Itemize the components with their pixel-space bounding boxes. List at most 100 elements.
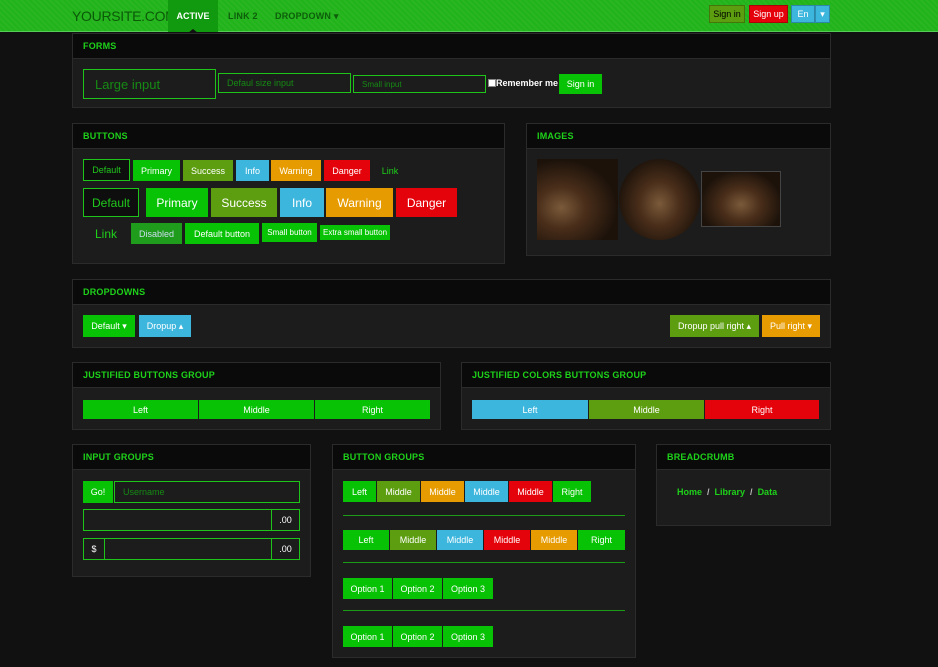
small-button[interactable]: Small button bbox=[262, 223, 317, 242]
caret-down-icon: ▾ bbox=[122, 320, 127, 331]
username-placeholder: Username bbox=[123, 487, 165, 497]
nav-item-dropdown[interactable]: DROPDOWN ▾ bbox=[275, 11, 339, 22]
link-button-large[interactable]: Link bbox=[83, 222, 129, 245]
remember-label: Remember me bbox=[496, 78, 559, 88]
navbar: YOURSITE.COM ACTIVE LINK 2 DROPDOWN ▾ Si… bbox=[0, 0, 938, 33]
primary-button-large[interactable]: Primary bbox=[146, 188, 208, 217]
justified-right-button[interactable]: Right bbox=[315, 400, 430, 419]
option2-button[interactable]: Option 2 bbox=[393, 626, 442, 647]
danger-button-large[interactable]: Danger bbox=[396, 188, 457, 217]
group2-middle-button[interactable]: Middle bbox=[531, 530, 577, 550]
price-input[interactable] bbox=[104, 538, 272, 560]
option2-button[interactable]: Option 2 bbox=[393, 578, 442, 599]
group1-middle-button[interactable]: Middle bbox=[465, 481, 508, 502]
large-input[interactable]: Large input bbox=[83, 69, 216, 99]
success-button-large[interactable]: Success bbox=[211, 188, 277, 217]
default-dropdown-button[interactable]: Default ▾ bbox=[83, 315, 135, 337]
option3-button[interactable]: Option 3 bbox=[443, 578, 493, 599]
price-suffix: .00 bbox=[271, 538, 300, 560]
username-input[interactable]: Username bbox=[114, 481, 300, 503]
dropup-pull-right-button[interactable]: Dropup pull right ▴ bbox=[670, 315, 759, 337]
breadcrumb: Home / Library / Data bbox=[677, 487, 777, 497]
group2-middle-button[interactable]: Middle bbox=[484, 530, 530, 550]
panel-title: IMAGES bbox=[527, 124, 830, 149]
dollar-prefix: $ bbox=[83, 538, 105, 560]
caret-down-icon: ▾ bbox=[820, 8, 825, 19]
forms-panel: FORMS Large input Defaul size input Smal… bbox=[72, 33, 831, 108]
group1-right-button[interactable]: Right bbox=[553, 481, 591, 502]
group2-right-button[interactable]: Right bbox=[578, 530, 625, 550]
breadcrumb-separator: / bbox=[750, 487, 753, 497]
group2-middle-button[interactable]: Middle bbox=[390, 530, 436, 550]
images-panel: IMAGES bbox=[526, 123, 831, 256]
danger-button[interactable]: Danger bbox=[324, 160, 370, 181]
info-button-large[interactable]: Info bbox=[280, 188, 324, 217]
warning-button-large[interactable]: Warning bbox=[326, 188, 393, 217]
group2-left-button[interactable]: Left bbox=[343, 530, 389, 550]
nav-item-active[interactable]: ACTIVE bbox=[168, 0, 218, 33]
language-caret-button[interactable]: ▾ bbox=[815, 5, 830, 23]
form-sign-in-button[interactable]: Sign in bbox=[559, 74, 602, 94]
extra-small-button[interactable]: Extra small button bbox=[320, 225, 390, 240]
input-groups-panel: INPUT GROUPS Go! Username .00 $ .00 bbox=[72, 444, 311, 577]
group1-middle-button[interactable]: Middle bbox=[509, 481, 552, 502]
breadcrumb-separator: / bbox=[707, 487, 710, 497]
buttons-panel: BUTTONS Default Primary Success Info War… bbox=[72, 123, 505, 264]
default-input-placeholder: Defaul size input bbox=[227, 78, 294, 88]
info-button[interactable]: Info bbox=[236, 160, 269, 181]
group1-middle-button[interactable]: Middle bbox=[421, 481, 464, 502]
success-button[interactable]: Success bbox=[183, 160, 233, 181]
navbar-sign-in-button[interactable]: Sign in bbox=[709, 5, 745, 23]
group1-middle-button[interactable]: Middle bbox=[377, 481, 420, 502]
panel-title: BUTTON GROUPS bbox=[333, 445, 635, 470]
amount-input[interactable] bbox=[83, 509, 272, 531]
dropdowns-panel: DROPDOWNS Default ▾ Dropup ▴ Dropup pull… bbox=[72, 279, 831, 348]
justified-buttons-panel: JUSTIFIED BUTTONS GROUP Left Middle Righ… bbox=[72, 362, 441, 430]
justified-colors-middle-button[interactable]: Middle bbox=[589, 400, 704, 419]
justified-colors-left-button[interactable]: Left bbox=[472, 400, 588, 419]
breadcrumb-library[interactable]: Library bbox=[715, 487, 746, 497]
default-input[interactable]: Defaul size input bbox=[218, 73, 351, 93]
justified-colors-right-button[interactable]: Right bbox=[705, 400, 819, 419]
navbar-sign-up-button[interactable]: Sign up bbox=[749, 5, 788, 23]
panel-title: INPUT GROUPS bbox=[73, 445, 310, 470]
option1-button[interactable]: Option 1 bbox=[343, 626, 392, 647]
option3-button[interactable]: Option 3 bbox=[443, 626, 493, 647]
primary-button[interactable]: Primary bbox=[133, 160, 180, 181]
justified-middle-button[interactable]: Middle bbox=[199, 400, 314, 419]
caret-down-icon: ▾ bbox=[807, 320, 813, 331]
dropdown-label: Dropup pull right bbox=[677, 321, 744, 331]
dropdown-label: Dropup bbox=[146, 321, 177, 331]
panel-title: JUSTIFIED COLORS BUTTONS GROUP bbox=[462, 363, 830, 388]
panel-title: BREADCRUMB bbox=[657, 445, 830, 470]
pull-right-button[interactable]: Pull right ▾ bbox=[762, 315, 820, 337]
thumbnail-image bbox=[701, 171, 781, 227]
link-button[interactable]: Link bbox=[372, 160, 408, 181]
panel-title: FORMS bbox=[73, 34, 830, 59]
divider bbox=[343, 515, 625, 516]
panel-title: JUSTIFIED BUTTONS GROUP bbox=[73, 363, 440, 388]
button-groups-panel: BUTTON GROUPS Left Middle Middle Middle … bbox=[332, 444, 636, 658]
default-button-large[interactable]: Default bbox=[83, 188, 139, 217]
group2-middle-button[interactable]: Middle bbox=[437, 530, 483, 550]
disabled-button: Disabled bbox=[131, 223, 182, 244]
option1-button[interactable]: Option 1 bbox=[343, 578, 392, 599]
go-button[interactable]: Go! bbox=[83, 481, 113, 503]
small-input[interactable]: Small input bbox=[353, 75, 486, 93]
amount-suffix: .00 bbox=[271, 509, 300, 531]
nav-item-link2[interactable]: LINK 2 bbox=[228, 11, 258, 21]
justified-left-button[interactable]: Left bbox=[83, 400, 198, 419]
remember-checkbox[interactable] bbox=[488, 79, 496, 87]
group1-left-button[interactable]: Left bbox=[343, 481, 376, 502]
dropdown-label: Default bbox=[91, 321, 120, 331]
default-size-button[interactable]: Default button bbox=[185, 223, 259, 244]
dropup-button[interactable]: Dropup ▴ bbox=[139, 315, 191, 337]
divider bbox=[343, 610, 625, 611]
caret-up-icon: ▴ bbox=[178, 320, 184, 331]
breadcrumb-home[interactable]: Home bbox=[677, 487, 702, 497]
language-button[interactable]: En bbox=[791, 5, 815, 23]
large-input-placeholder: Large input bbox=[95, 76, 161, 92]
warning-button[interactable]: Warning bbox=[271, 160, 321, 181]
brand-link[interactable]: YOURSITE.COM bbox=[72, 8, 177, 24]
default-button[interactable]: Default bbox=[83, 159, 130, 181]
